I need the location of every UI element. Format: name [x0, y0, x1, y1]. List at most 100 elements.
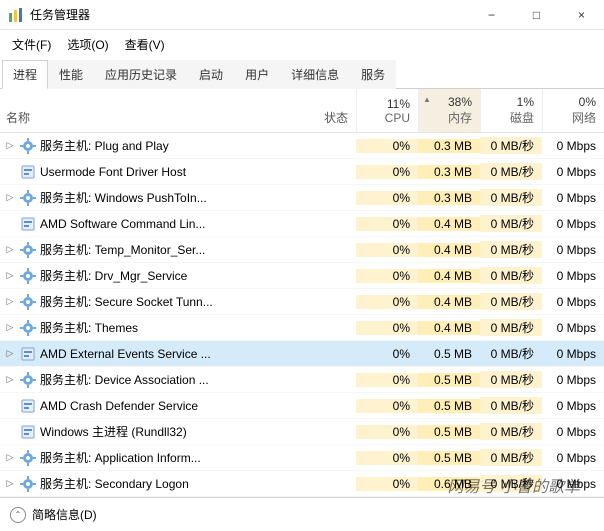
process-disk: 0 MB/秒 [480, 397, 542, 414]
process-memory: 0.3 MB [418, 165, 480, 179]
process-row[interactable]: ▷ 服务主机: Temp_Monitor_Ser... 0%0.4 MB0 MB/秒… [0, 237, 604, 263]
process-name: 服务主机: Drv_Mgr_Service [40, 267, 187, 284]
close-button[interactable]: × [559, 0, 604, 30]
expand-icon[interactable]: ▷ [4, 140, 16, 152]
gear-icon [20, 372, 36, 388]
process-row[interactable]: ▷服务主机: Secondary Logon0%0.6 MB0 MB/秒0 Mb… [0, 471, 604, 497]
process-network: 0 Mbps [542, 399, 604, 413]
process-memory: 0.4 MB [418, 243, 480, 257]
tab-app_history[interactable]: 应用历史记录 [94, 60, 188, 89]
process-cpu: 0% [356, 243, 418, 257]
process-row[interactable]: ▷服务主机: Application Inform...0%0.5 MB0 MB… [0, 445, 604, 471]
tab-users[interactable]: 用户 [234, 60, 280, 89]
process-row[interactable]: ▷服务主机: Drv_Mgr_Service0%0.4 MB0 MB/秒0 Mb… [0, 263, 604, 289]
process-network: 0 Mbps [542, 191, 604, 205]
process-disk: 0 MB/秒 [480, 449, 542, 466]
gear-icon [20, 320, 36, 336]
process-cpu: 0% [356, 295, 418, 309]
tab-performance[interactable]: 性能 [48, 60, 94, 89]
col-header-disk[interactable]: 1% 磁盘 [480, 89, 542, 132]
col-header-network[interactable]: 0% 网络 [542, 89, 604, 132]
process-memory: 0.4 MB [418, 217, 480, 231]
gear-icon [20, 268, 36, 284]
expand-icon[interactable]: ▷ [4, 296, 16, 308]
process-memory: 0.5 MB [418, 425, 480, 439]
sort-ascending-icon: ▲ [423, 95, 431, 104]
maximize-button[interactable]: □ [514, 0, 559, 30]
tab-details[interactable]: 详细信息 [280, 60, 350, 89]
process-network: 0 Mbps [542, 165, 604, 179]
process-disk: 0 MB/秒 [480, 189, 542, 206]
expand-icon[interactable]: ▷ [4, 244, 16, 256]
app-exe-icon [20, 346, 36, 362]
process-name: Windows 主进程 (Rundll32) [40, 423, 187, 440]
minimize-button[interactable]: − [469, 0, 514, 30]
process-row[interactable]: ▷Windows 主进程 (Rundll32)0%0.5 MB0 MB/秒0 M… [0, 419, 604, 445]
process-network: 0 Mbps [542, 451, 604, 465]
process-name: 服务主机: Secure Socket Tunn... [40, 293, 213, 310]
process-disk: 0 MB/秒 [480, 423, 542, 440]
process-row[interactable]: ▷服务主机: Device Association ...0%0.5 MB0 M… [0, 367, 604, 393]
expand-icon[interactable]: ▷ [4, 348, 16, 360]
process-memory: 0.3 MB [418, 191, 480, 205]
process-row[interactable]: ▷AMD Crash Defender Service0%0.5 MB0 MB/… [0, 393, 604, 419]
process-memory: 0.5 MB [418, 373, 480, 387]
process-cpu: 0% [356, 425, 418, 439]
gear-icon [20, 450, 36, 466]
expand-icon[interactable]: ▷ [4, 478, 16, 490]
col-header-status[interactable]: 状态 [286, 89, 356, 132]
process-network: 0 Mbps [542, 139, 604, 153]
tab-processes[interactable]: 进程 [2, 60, 48, 89]
expand-icon[interactable]: ▷ [4, 192, 16, 204]
process-cpu: 0% [356, 399, 418, 413]
process-network: 0 Mbps [542, 425, 604, 439]
process-row[interactable]: ▷服务主机: Themes0%0.4 MB0 MB/秒0 Mbps [0, 315, 604, 341]
process-disk: 0 MB/秒 [480, 137, 542, 154]
col-header-cpu[interactable]: 11% CPU [356, 89, 418, 132]
process-name: 服务主机: Plug and Play [40, 137, 169, 154]
process-list[interactable]: ▷服务主机: Plug and Play0%0.3 MB0 MB/秒0 Mbps… [0, 133, 604, 529]
process-network: 0 Mbps [542, 477, 604, 491]
process-cpu: 0% [356, 217, 418, 231]
menubar: 文件(F) 选项(O) 查看(V) [0, 30, 604, 59]
process-row[interactable]: ▷服务主机: Windows PushToIn...0%0.3 MB0 MB/秒… [0, 185, 604, 211]
process-row[interactable]: ▷Usermode Font Driver Host0%0.3 MB0 MB/秒… [0, 159, 604, 185]
fewer-details-link[interactable]: 简略信息(D) [32, 506, 97, 523]
gear-icon [20, 476, 36, 492]
expand-icon[interactable]: ▷ [4, 452, 16, 464]
process-row[interactable]: ▷ 服务主机: Secure Socket Tunn... 0%0.4 MB0 MB… [0, 289, 604, 315]
process-name: 服务主机: Temp_Monitor_Ser... [40, 241, 205, 258]
menu-file[interactable]: 文件(F) [8, 34, 55, 55]
process-disk: 0 MB/秒 [480, 241, 542, 258]
process-name: AMD Crash Defender Service [40, 399, 198, 413]
app-exe-icon [20, 424, 36, 440]
process-memory: 0.4 MB [418, 269, 480, 283]
titlebar: 任务管理器 − □ × [0, 0, 604, 30]
menu-options[interactable]: 选项(O) [63, 34, 112, 55]
process-network: 0 Mbps [542, 243, 604, 257]
col-header-memory[interactable]: ▲ 38% 内存 [418, 89, 480, 132]
process-cpu: 0% [356, 165, 418, 179]
tab-services[interactable]: 服务 [350, 60, 396, 89]
expand-icon[interactable]: ▷ [4, 270, 16, 282]
process-name: AMD External Events Service ... [40, 347, 211, 361]
process-row[interactable]: ▷AMD Software Command Lin...0%0.4 MB0 MB… [0, 211, 604, 237]
col-header-name[interactable]: 名称 [0, 89, 286, 132]
expand-icon[interactable]: ▷ [4, 374, 16, 386]
process-disk: 0 MB/秒 [480, 267, 542, 284]
tab-startup[interactable]: 启动 [188, 60, 234, 89]
collapse-icon[interactable]: ⌃ [10, 507, 26, 523]
process-disk: 0 MB/秒 [480, 475, 542, 492]
app-exe-icon [20, 164, 36, 180]
menu-view[interactable]: 查看(V) [121, 34, 169, 55]
process-memory: 0.4 MB [418, 295, 480, 309]
process-row[interactable]: ▷AMD External Events Service ...0%0.5 MB… [0, 341, 604, 367]
process-memory: 0.5 MB [418, 347, 480, 361]
tab-strip: 进程性能应用历史记录启动用户详细信息服务 [0, 59, 604, 89]
process-network: 0 Mbps [542, 269, 604, 283]
process-row[interactable]: ▷服务主机: Plug and Play0%0.3 MB0 MB/秒0 Mbps [0, 133, 604, 159]
column-headers: 名称 状态 11% CPU ▲ 38% 内存 1% 磁盘 0% 网络 [0, 89, 604, 133]
process-disk: 0 MB/秒 [480, 293, 542, 310]
expand-icon[interactable]: ▷ [4, 322, 16, 334]
footer-bar: ⌃ 简略信息(D) [0, 497, 604, 531]
